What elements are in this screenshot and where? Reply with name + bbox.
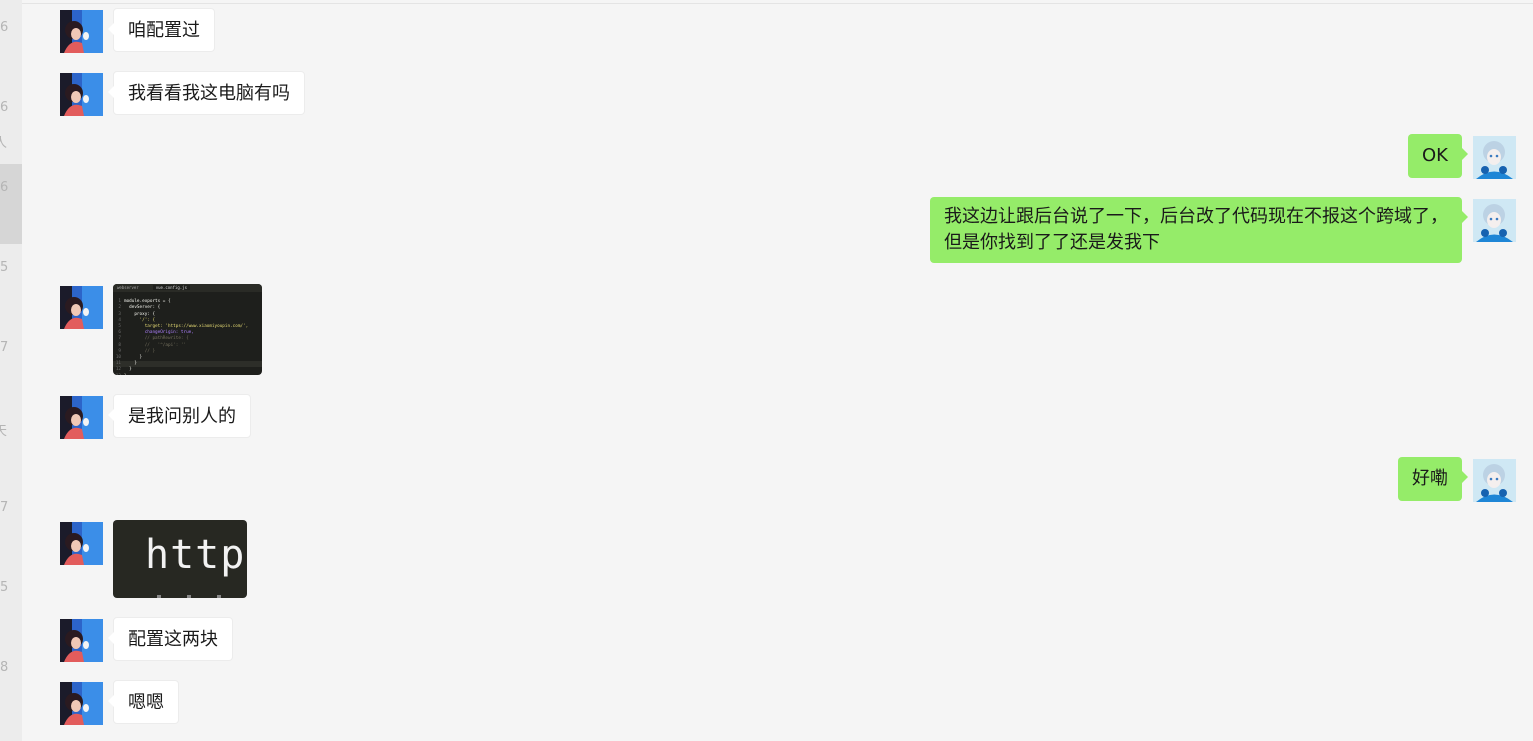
outgoing-message-bubble[interactable]: 好嘞 xyxy=(1398,457,1468,501)
contact-avatar[interactable] xyxy=(60,286,103,329)
contact-avatar[interactable] xyxy=(60,619,103,662)
contact-avatar[interactable] xyxy=(60,10,103,53)
self-avatar[interactable] xyxy=(1473,199,1516,242)
outgoing-message-bubble[interactable]: OK xyxy=(1408,134,1468,178)
conversation-name-fragment: 人 xyxy=(0,136,8,151)
conversation-time-fragment: 8 xyxy=(0,660,9,675)
conversation-time-fragment: 5 xyxy=(0,260,9,275)
header-divider xyxy=(22,3,1533,4)
incoming-message-bubble[interactable]: 嗯嗯 xyxy=(108,680,179,724)
incoming-message-bubble[interactable]: 咱配置过 xyxy=(108,8,215,52)
conversation-time-fragment: 5 xyxy=(0,580,9,595)
image-text: http xyxy=(145,532,246,578)
incoming-message-bubble[interactable]: 我看看我这电脑有吗 xyxy=(108,71,305,115)
conversation-time-fragment: 6 xyxy=(0,180,9,195)
chat-window: 6 6 人 6 5 7 天 7 5 8 咱配置过 我看看我这电脑有吗 OK 我这… xyxy=(0,0,1533,741)
conversation-list-edge: 6 6 人 6 5 7 天 7 5 8 xyxy=(0,0,22,741)
editor-tab: vue.config.js xyxy=(152,285,190,290)
outgoing-message-bubble[interactable]: 我这边让跟后台说了一下，后台改了代码现在不报这个跨域了， 但是你找到了了还是发我… xyxy=(930,197,1468,263)
message-line: 但是你找到了了还是发我下 xyxy=(944,232,1160,253)
contact-avatar[interactable] xyxy=(60,522,103,565)
conversation-time-fragment: 7 xyxy=(0,340,9,355)
contact-avatar[interactable] xyxy=(60,73,103,116)
conversation-time-fragment: 6 xyxy=(0,20,9,35)
code-block: 1 module.exports = {2 devServer: {3 proxy… xyxy=(113,292,262,375)
incoming-message-bubble[interactable]: 是我问别人的 xyxy=(108,394,251,438)
contact-avatar[interactable] xyxy=(60,682,103,725)
editor-tabs: webserver vue.config.js xyxy=(113,284,262,292)
self-avatar[interactable] xyxy=(1473,136,1516,179)
selected-conversation-highlight[interactable] xyxy=(0,164,22,244)
contact-avatar[interactable] xyxy=(60,396,103,439)
conversation-time-fragment: 6 xyxy=(0,100,9,115)
code-image-message[interactable]: webserver vue.config.js 1 module.exports =… xyxy=(113,284,262,375)
conversation-time-fragment: 7 xyxy=(0,500,9,515)
image-decoration xyxy=(153,595,233,598)
incoming-message-bubble[interactable]: 配置这两块 xyxy=(108,617,233,661)
code-zoom-image-message[interactable]: http xyxy=(113,520,247,598)
editor-tab: webserver xyxy=(117,285,139,290)
conversation-name-fragment: 天 xyxy=(0,424,8,439)
message-line: 我这边让跟后台说了一下，后台改了代码现在不报这个跨域了， xyxy=(944,206,1448,227)
self-avatar[interactable] xyxy=(1473,459,1516,502)
